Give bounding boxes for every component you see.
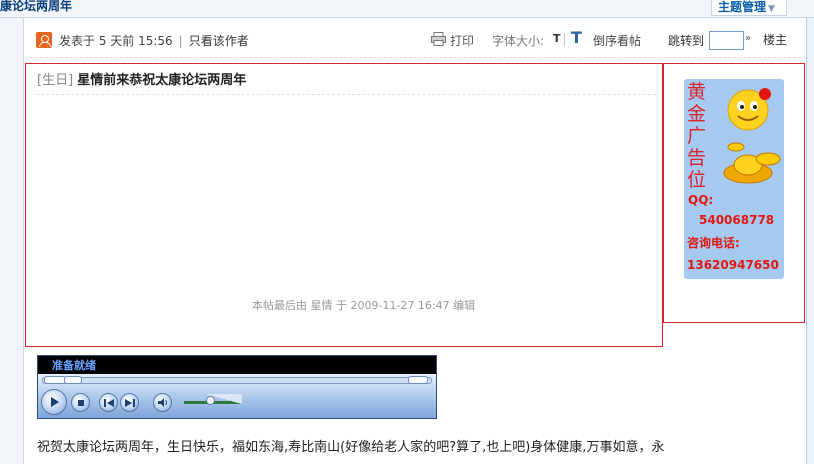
title-divider <box>36 94 656 95</box>
font-size-label: 字体大小: <box>492 34 545 48</box>
jump-go-button[interactable]: » <box>745 33 751 44</box>
jump-to-floor-input[interactable] <box>709 31 744 50</box>
posted-time: 发表于 5 天前 15:56 <box>59 34 173 48</box>
seek-segment <box>64 376 82 384</box>
seek-bar[interactable] <box>42 377 432 384</box>
next-icon <box>124 398 135 407</box>
post-type-tag[interactable]: [生日] <box>37 73 73 88</box>
floor-label: 楼主 <box>763 33 788 47</box>
print-link[interactable]: 打印 <box>450 32 474 49</box>
post-content-area: [生日] 星情前来恭祝太康论坛两周年 本帖最后由 星情 于 2009-11-27… <box>25 63 663 347</box>
author-icon <box>36 32 52 48</box>
player-status-bar: 准备就绪 <box>38 356 436 374</box>
post-title: [生日] 星情前来恭祝太康论坛两周年 <box>37 69 246 88</box>
only-author-link[interactable]: 只看该作者 <box>189 34 249 48</box>
ad-headline: 黄金广告位 <box>687 81 707 191</box>
play-icon <box>51 397 59 407</box>
next-button[interactable] <box>120 393 139 412</box>
chevron-down-icon: ▼ <box>768 4 775 14</box>
left-rail <box>0 18 24 464</box>
player-status-text: 准备就绪 <box>52 359 96 372</box>
meta-separator: | <box>178 34 183 48</box>
jump-to-label: 跳转到 <box>668 34 705 48</box>
font-size-toggle[interactable]: T <box>553 32 561 45</box>
thread-title-fragment: 康论坛两周年 <box>0 0 73 13</box>
stop-icon <box>77 399 84 406</box>
ad-phone-number: 13620947650 <box>687 258 779 272</box>
volume-slider-handle[interactable] <box>206 396 215 405</box>
previous-icon <box>103 398 114 407</box>
gold-ad-banner[interactable]: 黄金广告位 QQ: 540068778 咨询电话: 13620947650 <box>684 79 784 279</box>
post-toolbar: 发表于 5 天前 15:56 | 只看该作者 打印 字体大小: T T 倒序看帖 跳… <box>25 24 806 58</box>
seek-handle[interactable] <box>44 376 66 384</box>
ad-phone-label: 咨询电话: <box>687 236 740 250</box>
reverse-order-link[interactable]: 倒序看帖 <box>593 32 641 49</box>
seek-end-handle[interactable] <box>408 376 428 384</box>
thread-manage-button[interactable]: 主题管理 ▼ <box>711 0 787 16</box>
top-bar: 康论坛两周年 主题管理 ▼ <box>0 0 814 18</box>
media-player: 准备就绪 <box>37 355 437 419</box>
reverse-order-icon[interactable]: T <box>571 28 582 47</box>
ad-qq-number: 540068778 <box>699 213 775 227</box>
ad-area: 黄金广告位 QQ: 540068778 咨询电话: 13620947650 <box>663 63 805 323</box>
stop-button[interactable] <box>71 393 90 412</box>
previous-button[interactable] <box>99 393 118 412</box>
toolbar-divider <box>564 33 565 46</box>
post-body-text: 祝贺太康论坛两周年，生日快乐，福如东海,寿比南山(好像给老人家的吧?算了,也上吧… <box>37 440 665 455</box>
right-scroll-rail[interactable] <box>806 18 814 464</box>
player-controls <box>38 374 436 418</box>
print-icon[interactable] <box>431 32 446 46</box>
ad-qq-label: QQ: <box>688 193 714 207</box>
thread-manage-label: 主题管理 <box>718 0 767 14</box>
mute-button[interactable] <box>153 393 172 412</box>
play-button[interactable] <box>41 389 67 415</box>
post-title-text: 星情前来恭祝太康论坛两周年 <box>77 73 247 88</box>
mute-icon <box>157 398 167 407</box>
smiley-icon <box>727 88 771 131</box>
post-meta: 发表于 5 天前 15:56 | 只看该作者 <box>59 32 249 49</box>
gold-ingot-icon <box>723 142 781 184</box>
last-edited-note: 本帖最后由 星情 于 2009-11-27 16:47 编辑 <box>252 299 476 312</box>
